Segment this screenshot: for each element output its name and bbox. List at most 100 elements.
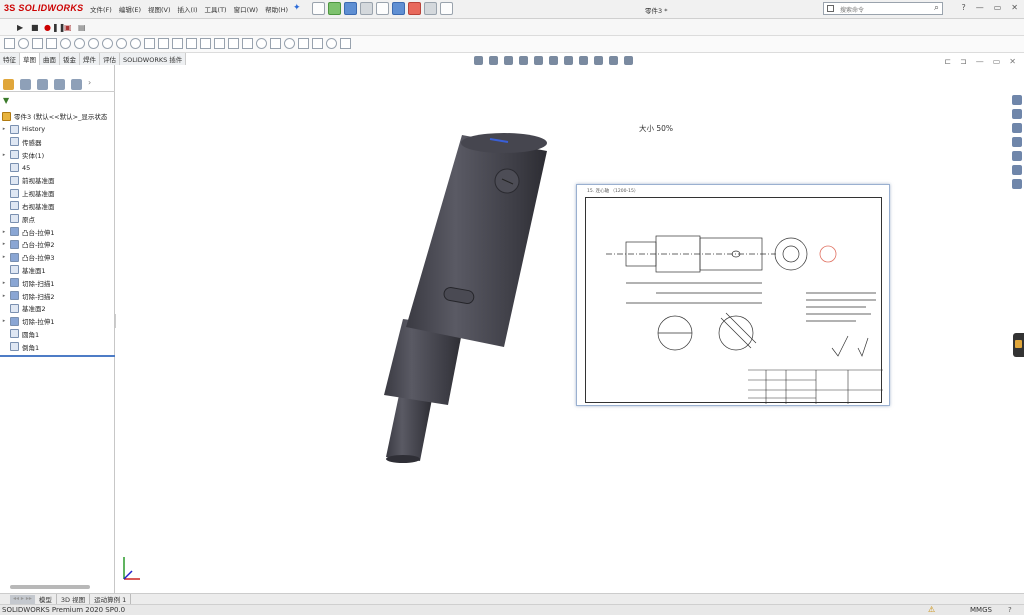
tab-model[interactable]: 模型: [35, 594, 57, 604]
tab-surfaces[interactable]: 曲面: [40, 53, 60, 65]
undo-icon[interactable]: [376, 2, 389, 15]
restore-button[interactable]: ▭: [994, 3, 1002, 12]
zoom-to-fit-icon[interactable]: [474, 56, 483, 65]
trim-icon[interactable]: [172, 38, 183, 49]
new-macro-icon[interactable]: ▣: [64, 23, 72, 32]
expand-arrow-icon[interactable]: ▸: [0, 126, 8, 132]
print-icon[interactable]: [360, 2, 373, 15]
dimxpert-tab-icon[interactable]: [54, 79, 65, 90]
feature-manager-tab-icon[interactable]: [3, 79, 14, 90]
menu-view[interactable]: 视图(V): [148, 4, 171, 14]
tree-item[interactable]: 45: [0, 161, 115, 174]
help-icon[interactable]: ?: [961, 3, 965, 12]
point-icon[interactable]: [158, 38, 169, 49]
save-icon[interactable]: [344, 2, 357, 15]
rapid-sketch-icon[interactable]: [298, 38, 309, 49]
tree-root[interactable]: 零件3 (默认<<默认>_显示状态: [0, 110, 115, 123]
tree-item[interactable]: 基准面1: [0, 264, 115, 277]
mirror-icon[interactable]: [214, 38, 225, 49]
tab-scroll-arrows[interactable]: ◂◂ ▸ ▸▸: [10, 594, 35, 604]
pin-icon[interactable]: ✦: [293, 3, 301, 13]
filter-icon[interactable]: ▼: [3, 96, 9, 105]
file-properties-icon[interactable]: [424, 2, 437, 15]
dynamic-annotation-icon[interactable]: [534, 56, 543, 65]
shaded-contours-icon[interactable]: [326, 38, 337, 49]
side-flyout-tab[interactable]: [1013, 333, 1024, 357]
tree-item[interactable]: 基准面2: [0, 302, 115, 315]
home-icon[interactable]: [1012, 95, 1022, 105]
expand-arrow-icon[interactable]: ▸: [0, 293, 8, 299]
hide-show-items-icon[interactable]: [579, 56, 588, 65]
expand-arrow-icon[interactable]: ▸: [0, 241, 8, 247]
arc-icon[interactable]: [88, 38, 99, 49]
move-icon[interactable]: [242, 38, 253, 49]
tree-item[interactable]: ▸ 切除-拉伸1: [0, 315, 115, 328]
tree-item[interactable]: 圆角1: [0, 328, 115, 341]
expand-arrow-icon[interactable]: ▸: [0, 280, 8, 286]
tree-item[interactable]: ▸ 切除-扫描1: [0, 276, 115, 289]
tab-sketch[interactable]: 草图: [20, 53, 40, 65]
close-button[interactable]: ✕: [1011, 3, 1018, 12]
tree-item[interactable]: 传感器: [0, 136, 115, 149]
repair-sketch-icon[interactable]: [270, 38, 281, 49]
resources-icon[interactable]: [1012, 109, 1022, 119]
edit-appearance-icon[interactable]: [594, 56, 603, 65]
tree-item[interactable]: ▸ History: [0, 123, 115, 136]
expand-arrow-icon[interactable]: ▸: [0, 229, 8, 235]
ellipse-icon[interactable]: [116, 38, 127, 49]
display-style-icon[interactable]: [564, 56, 573, 65]
instant2d-icon[interactable]: [312, 38, 323, 49]
menu-window[interactable]: 窗口(W): [234, 4, 259, 14]
tree-item[interactable]: ▸ 凸台-拉伸2: [0, 238, 115, 251]
solidworks-logo[interactable]: 3S SOLIDWORKS: [4, 3, 83, 13]
expand-arrow-icon[interactable]: ▸: [0, 152, 8, 158]
open-icon[interactable]: [328, 2, 341, 15]
tab-motion-study[interactable]: 运动算例 1: [90, 594, 132, 604]
new-document-icon[interactable]: [312, 2, 325, 15]
fillet-sketch-icon[interactable]: [130, 38, 141, 49]
apply-scene-icon[interactable]: [609, 56, 618, 65]
menu-insert[interactable]: 插入(I): [178, 4, 198, 14]
quick-snaps-icon[interactable]: [284, 38, 295, 49]
sketch-picture-icon[interactable]: [340, 38, 351, 49]
chevron-right-icon[interactable]: ›: [88, 78, 91, 91]
rebuild-warning-icon[interactable]: ⚠: [928, 605, 935, 614]
tab-weldments[interactable]: 焊件: [80, 53, 100, 65]
view-orientation-icon[interactable]: [549, 56, 558, 65]
tab-features[interactable]: 特征: [0, 53, 20, 65]
convert-entities-icon[interactable]: [186, 38, 197, 49]
menu-file[interactable]: 文件(F): [90, 4, 112, 14]
tree-item[interactable]: ▸ 实体(1): [0, 148, 115, 161]
property-manager-tab-icon[interactable]: [20, 79, 31, 90]
search-icon[interactable]: ⌕: [934, 3, 939, 13]
smart-dimension-icon[interactable]: [18, 38, 29, 49]
forum-icon[interactable]: [1012, 179, 1022, 189]
linear-pattern-icon[interactable]: [228, 38, 239, 49]
menu-tools[interactable]: 工具(T): [205, 4, 227, 14]
rollback-bar[interactable]: [0, 355, 115, 357]
custom-properties-icon[interactable]: [1012, 165, 1022, 175]
appearances-icon[interactable]: [1012, 151, 1022, 161]
menu-edit[interactable]: 编辑(E): [119, 4, 141, 14]
slot-icon[interactable]: [60, 38, 71, 49]
section-view-icon[interactable]: [519, 56, 528, 65]
file-explorer-icon[interactable]: [1012, 137, 1022, 147]
tree-item[interactable]: ▸ 切除-扫描2: [0, 289, 115, 302]
text-icon[interactable]: [144, 38, 155, 49]
play-icon[interactable]: ▶: [17, 23, 23, 32]
edit-macro-icon[interactable]: ▤: [78, 23, 86, 32]
rebuild-icon[interactable]: [408, 2, 421, 15]
minimize-button[interactable]: —: [976, 3, 984, 12]
zoom-to-area-icon[interactable]: [489, 56, 498, 65]
tree-item[interactable]: 前视基准面: [0, 174, 115, 187]
search-commands-input[interactable]: 搜索命令 ⌕: [823, 2, 943, 15]
design-library-icon[interactable]: [1012, 123, 1022, 133]
options-gear-icon[interactable]: [440, 2, 453, 15]
status-help-icon[interactable]: ?: [1008, 606, 1012, 614]
expand-arrow-icon[interactable]: ▸: [0, 318, 8, 324]
offset-icon[interactable]: [200, 38, 211, 49]
display-manager-tab-icon[interactable]: [71, 79, 82, 90]
sketch-icon[interactable]: [4, 38, 15, 49]
select-icon[interactable]: [392, 2, 405, 15]
tab-evaluate[interactable]: 评估: [100, 53, 120, 65]
